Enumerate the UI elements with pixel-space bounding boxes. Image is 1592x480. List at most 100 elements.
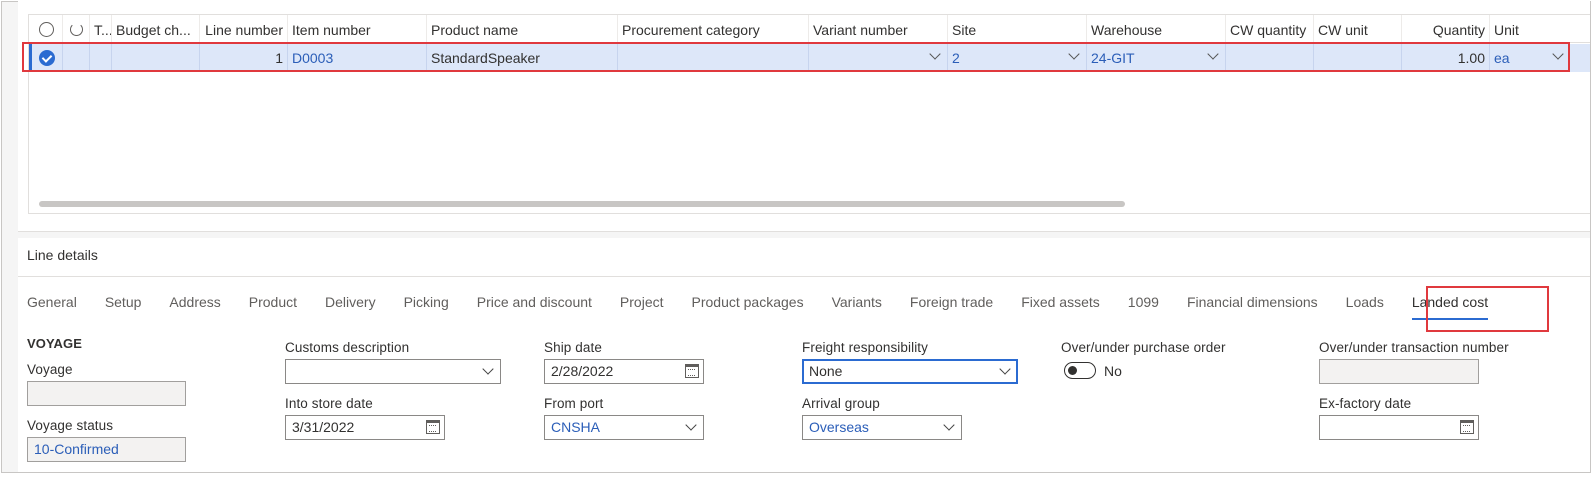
tab-general[interactable]: General	[27, 292, 77, 322]
tab-delivery[interactable]: Delivery	[325, 292, 376, 322]
column-header-product-name[interactable]: Product name	[427, 15, 618, 43]
voyage-label-wrap: Voyage	[27, 362, 73, 377]
calendar-icon[interactable]	[1460, 420, 1474, 434]
over-under-po-toggle[interactable]	[1064, 362, 1096, 379]
freight-responsibility-select[interactable]: None	[802, 359, 1018, 384]
tab-fixed-assets[interactable]: Fixed assets	[1021, 292, 1100, 322]
chevron-down-icon[interactable]	[929, 48, 941, 60]
over-under-txn-label-wrap: Over/under transaction number	[1319, 340, 1509, 355]
ex-factory-date-label: Ex-factory date	[1319, 396, 1412, 411]
column-header-line-number[interactable]: Line number	[200, 15, 288, 43]
into-store-date-field[interactable]: 3/31/2022	[285, 415, 445, 440]
lines-grid: T... Budget ch... Line number Item numbe…	[28, 14, 1590, 214]
site-value: 2	[952, 50, 960, 66]
arrival-group-label: Arrival group	[802, 396, 880, 411]
chevron-down-icon[interactable]	[1552, 48, 1564, 60]
tab-price-and-discount[interactable]: Price and discount	[477, 292, 592, 322]
tab-financial-dimensions[interactable]: Financial dimensions	[1187, 292, 1318, 322]
tab-picking[interactable]: Picking	[404, 292, 449, 322]
horizontal-scrollbar[interactable]	[39, 201, 1125, 207]
customs-description-label-wrap: Customs description	[285, 340, 409, 355]
column-header-cw-unit[interactable]: CW unit	[1314, 15, 1402, 43]
column-header-type[interactable]: T...	[90, 15, 112, 43]
warehouse-value: 24-GIT	[1091, 50, 1135, 66]
tab-1099[interactable]: 1099	[1128, 292, 1159, 322]
tab-product[interactable]: Product	[249, 292, 297, 322]
customs-description-select[interactable]	[285, 359, 501, 384]
ship-date-value: 2/28/2022	[551, 363, 614, 379]
row-cell-cw-quantity[interactable]	[1226, 44, 1314, 72]
column-header-budget[interactable]: Budget ch...	[112, 15, 200, 43]
into-store-date-value: 3/31/2022	[292, 419, 355, 435]
select-all-radio[interactable]	[29, 15, 63, 43]
tab-product-packages[interactable]: Product packages	[692, 292, 804, 322]
chevron-down-icon[interactable]	[999, 363, 1011, 375]
table-row[interactable]: 1 D0003 StandardSpeaker 2 24-GIT 1.00 ea	[29, 44, 1590, 72]
refresh-button[interactable]	[63, 15, 90, 43]
row-cell-unit[interactable]: ea	[1490, 44, 1570, 72]
ship-date-field[interactable]: 2/28/2022	[544, 359, 704, 384]
row-cell-cw-unit[interactable]	[1314, 44, 1402, 72]
arrival-group-select[interactable]: Overseas	[802, 415, 962, 440]
row-cell-line-number[interactable]: 1	[200, 44, 288, 72]
ex-factory-date-field[interactable]	[1319, 415, 1479, 440]
column-header-unit[interactable]: Unit	[1490, 15, 1570, 43]
tab-foreign-trade[interactable]: Foreign trade	[910, 292, 993, 322]
tab-landed-cost[interactable]: Landed cost	[1411, 292, 1489, 322]
voyage-status-label-wrap: Voyage status	[27, 418, 113, 433]
column-header-cw-quantity[interactable]: CW quantity	[1226, 15, 1314, 43]
freight-responsibility-label-wrap: Freight responsibility	[802, 340, 928, 355]
chevron-down-icon[interactable]	[685, 419, 697, 431]
row-cell-blank	[63, 44, 90, 72]
grid-header: T... Budget ch... Line number Item numbe…	[29, 15, 1590, 43]
tab-setup[interactable]: Setup	[105, 292, 142, 322]
over-under-po-state-wrap: No	[1104, 363, 1122, 379]
row-cell-item-number[interactable]: D0003	[288, 44, 427, 72]
refresh-icon	[70, 23, 83, 36]
row-cell-quantity[interactable]: 1.00	[1402, 44, 1490, 72]
voyage-status-field[interactable]: 10-Confirmed	[27, 437, 186, 462]
unit-value: ea	[1494, 50, 1510, 66]
from-port-label: From port	[544, 396, 604, 411]
column-header-procurement-category[interactable]: Procurement category	[618, 15, 809, 43]
over-under-po-label-wrap: Over/under purchase order	[1061, 340, 1226, 355]
ship-date-label-wrap: Ship date	[544, 340, 602, 355]
calendar-icon[interactable]	[426, 420, 440, 434]
line-details-title[interactable]: Line details	[27, 247, 98, 263]
row-select-radio[interactable]	[29, 44, 63, 72]
tab-variants[interactable]: Variants	[832, 292, 882, 322]
detail-tabs: General Setup Address Product Delivery P…	[27, 292, 1516, 322]
chevron-down-icon[interactable]	[482, 363, 494, 375]
voyage-field[interactable]	[27, 381, 186, 406]
tab-loads[interactable]: Loads	[1346, 292, 1384, 322]
row-cell-warehouse[interactable]: 24-GIT	[1087, 44, 1226, 72]
over-under-po-label: Over/under purchase order	[1061, 340, 1226, 355]
row-cell-product-name[interactable]: StandardSpeaker	[427, 44, 618, 72]
column-header-site[interactable]: Site	[948, 15, 1087, 43]
row-cell-site[interactable]: 2	[948, 44, 1087, 72]
tab-project[interactable]: Project	[620, 292, 664, 322]
chevron-down-icon[interactable]	[1207, 48, 1219, 60]
calendar-icon[interactable]	[685, 364, 699, 378]
column-header-variant-number[interactable]: Variant number	[809, 15, 948, 43]
freight-responsibility-value: None	[809, 363, 843, 379]
line-details-panel: Line details General Setup Address Produ…	[18, 238, 1590, 472]
row-cell-procurement-category[interactable]	[618, 44, 809, 72]
row-cell-variant-number[interactable]	[809, 44, 948, 72]
check-circle-icon	[39, 50, 55, 66]
tab-address[interactable]: Address	[169, 292, 220, 322]
radio-empty-icon	[39, 22, 54, 37]
section-heading-voyage: VOYAGE	[27, 336, 83, 351]
voyage-label: Voyage	[27, 362, 73, 377]
over-under-txn-field[interactable]	[1319, 359, 1479, 384]
from-port-select[interactable]: CNSHA	[544, 415, 704, 440]
column-header-warehouse[interactable]: Warehouse	[1087, 15, 1226, 43]
into-store-date-label-wrap: Into store date	[285, 396, 373, 411]
chevron-down-icon[interactable]	[1068, 48, 1080, 60]
column-header-item-number[interactable]: Item number	[288, 15, 427, 43]
row-cell-budget[interactable]	[112, 44, 200, 72]
row-cell-type[interactable]	[90, 44, 112, 72]
column-header-quantity[interactable]: Quantity	[1402, 15, 1490, 43]
chevron-down-icon[interactable]	[943, 419, 955, 431]
into-store-date-label: Into store date	[285, 396, 373, 411]
